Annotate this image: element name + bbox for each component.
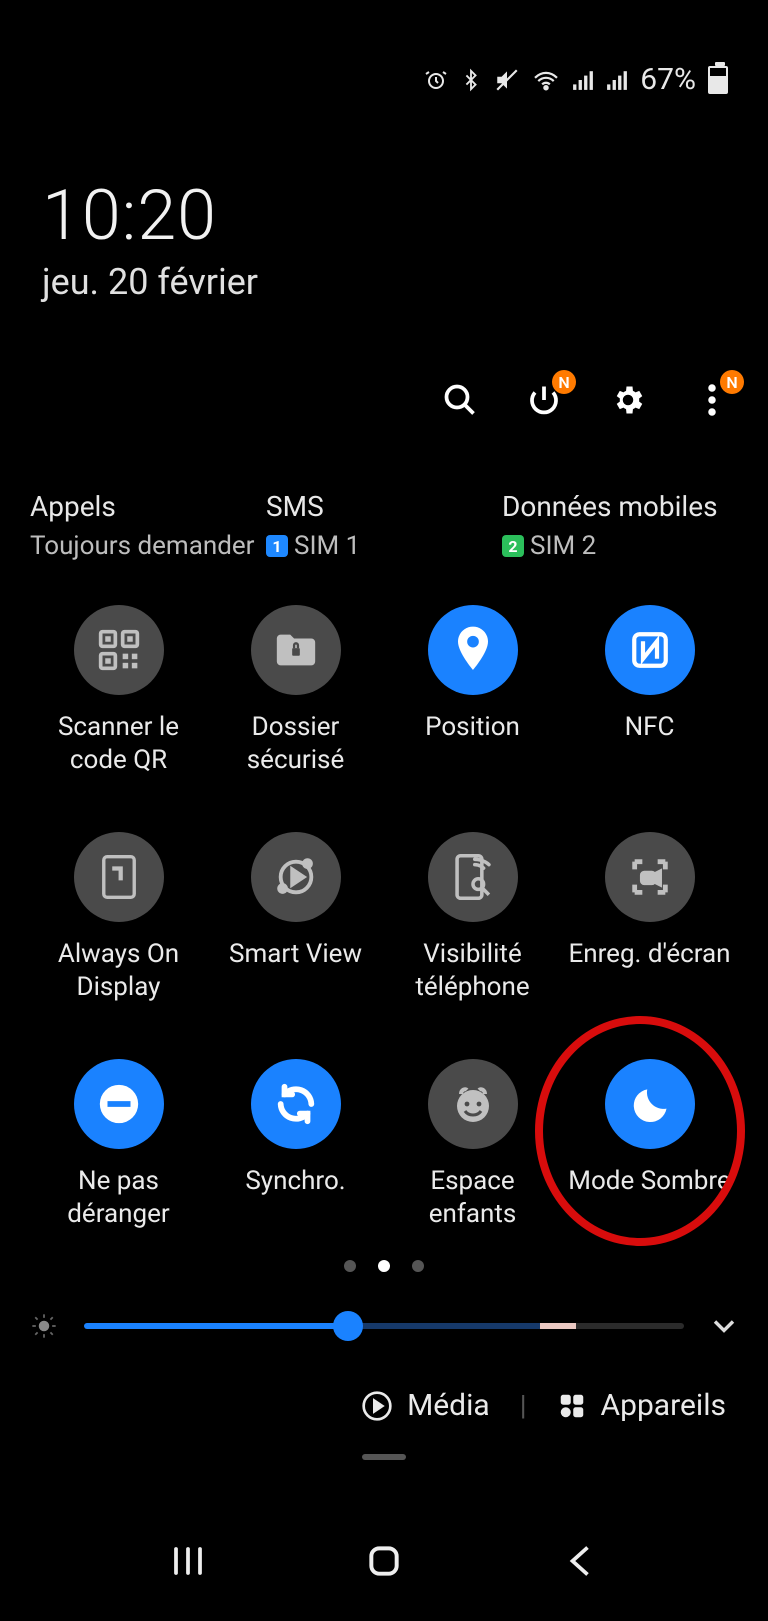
- dnd-icon: [74, 1059, 164, 1149]
- bluetooth-icon: [460, 67, 482, 93]
- sim-sms-title: SMS: [266, 490, 502, 523]
- media-label: Média: [407, 1388, 490, 1423]
- clock-block: 10:20 jeu. 20 février: [42, 175, 258, 303]
- signal-1-icon: [572, 69, 594, 91]
- power-badge: N: [552, 370, 576, 394]
- sim-calls-sub: Toujours demander: [30, 531, 266, 561]
- more-button[interactable]: N: [690, 378, 734, 422]
- tile-secure-folder[interactable]: Dossier sécurisé: [207, 605, 384, 776]
- tile-label: Synchro.: [245, 1165, 345, 1229]
- page-dot-1: [378, 1260, 390, 1272]
- battery-icon: [708, 66, 728, 94]
- sim-calls[interactable]: Appels Toujours demander: [30, 490, 266, 561]
- folder-lock-icon: [251, 605, 341, 695]
- nav-bar: [0, 1531, 768, 1591]
- tile-label: Espace enfants: [384, 1165, 561, 1230]
- sim-sms-label: SIM 1: [294, 531, 360, 561]
- settings-button[interactable]: [606, 378, 650, 422]
- tile-label: Scanner le code QR: [30, 711, 207, 776]
- devices-button[interactable]: Appareils: [557, 1388, 726, 1423]
- tile-label: Ne pas déranger: [30, 1165, 207, 1230]
- page-dot-2: [412, 1260, 424, 1272]
- sim-info-row: Appels Toujours demander SMS 1 SIM 1 Don…: [30, 490, 738, 561]
- more-badge: N: [720, 370, 744, 394]
- tile-label: Position: [425, 711, 520, 775]
- phone-visibility-icon: [428, 832, 518, 922]
- panel-drag-handle[interactable]: [362, 1454, 406, 1460]
- kids-icon: [428, 1059, 518, 1149]
- tile-dark-mode[interactable]: Mode Sombre: [561, 1059, 738, 1230]
- nav-recents-button[interactable]: [158, 1531, 218, 1591]
- tile-qr[interactable]: Scanner le code QR: [30, 605, 207, 776]
- sim-data[interactable]: Données mobiles 2 SIM 2: [502, 490, 738, 561]
- moon-icon: [605, 1059, 695, 1149]
- power-button[interactable]: N: [522, 378, 566, 422]
- sync-icon: [251, 1059, 341, 1149]
- tile-smartview[interactable]: Smart View: [207, 832, 384, 1003]
- tile-nfc[interactable]: NFC: [561, 605, 738, 776]
- brightness-row: [30, 1312, 738, 1340]
- battery-percent: 67%: [640, 62, 696, 97]
- signal-2-icon: [606, 69, 628, 91]
- screen-record-icon: [605, 832, 695, 922]
- tile-label: NFC: [625, 711, 675, 775]
- tile-phone-visibility[interactable]: Visibilité téléphone: [384, 832, 561, 1003]
- aod-icon: [74, 832, 164, 922]
- sim-1-chip: 1: [266, 535, 288, 557]
- tile-label: Enreg. d'écran: [568, 938, 730, 1002]
- nav-back-button[interactable]: [550, 1531, 610, 1591]
- sim-2-chip: 2: [502, 535, 524, 557]
- separator: |: [520, 1389, 527, 1422]
- nav-home-button[interactable]: [354, 1531, 414, 1591]
- footer-row: Média | Appareils: [0, 1388, 768, 1423]
- location-icon: [428, 605, 518, 695]
- tile-label: Always On Display: [30, 938, 207, 1003]
- status-bar: 67%: [424, 62, 728, 97]
- tile-aod[interactable]: Always On Display: [30, 832, 207, 1003]
- tile-sync[interactable]: Synchro.: [207, 1059, 384, 1230]
- sim-calls-title: Appels: [30, 490, 266, 523]
- panel-actions: N N: [438, 378, 734, 422]
- sim-data-label: SIM 2: [530, 531, 596, 561]
- tile-label: Dossier sécurisé: [207, 711, 384, 776]
- alarm-icon: [424, 68, 448, 92]
- tile-location[interactable]: Position: [384, 605, 561, 776]
- media-button[interactable]: Média: [361, 1388, 490, 1423]
- search-button[interactable]: [438, 378, 482, 422]
- tile-kids[interactable]: Espace enfants: [384, 1059, 561, 1230]
- devices-label: Appareils: [601, 1388, 726, 1423]
- smartview-icon: [251, 832, 341, 922]
- wifi-icon: [532, 69, 560, 91]
- page-indicator[interactable]: [0, 1260, 768, 1272]
- nfc-icon: [605, 605, 695, 695]
- brightness-icon: [30, 1312, 58, 1340]
- sim-sms-sub: 1 SIM 1: [266, 531, 502, 561]
- brightness-expand[interactable]: [710, 1317, 738, 1335]
- qr-icon: [74, 605, 164, 695]
- quick-settings-grid: Scanner le code QR Dossier sécurisé Posi…: [30, 605, 738, 1230]
- tile-label: Smart View: [229, 938, 362, 1002]
- sim-sms[interactable]: SMS 1 SIM 1: [266, 490, 502, 561]
- sim-data-sub: 2 SIM 2: [502, 531, 738, 561]
- brightness-thumb[interactable]: [333, 1311, 363, 1341]
- tile-label: Visibilité téléphone: [384, 938, 561, 1003]
- mute-vibrate-icon: [494, 67, 520, 93]
- brightness-slider[interactable]: [84, 1323, 684, 1329]
- tile-screen-record[interactable]: Enreg. d'écran: [561, 832, 738, 1003]
- tile-label: Mode Sombre: [568, 1165, 730, 1229]
- clock-date: jeu. 20 février: [42, 261, 258, 303]
- tile-dnd[interactable]: Ne pas déranger: [30, 1059, 207, 1230]
- page-dot-0: [344, 1260, 356, 1272]
- sim-data-title: Données mobiles: [502, 490, 738, 523]
- clock-time: 10:20: [42, 175, 258, 257]
